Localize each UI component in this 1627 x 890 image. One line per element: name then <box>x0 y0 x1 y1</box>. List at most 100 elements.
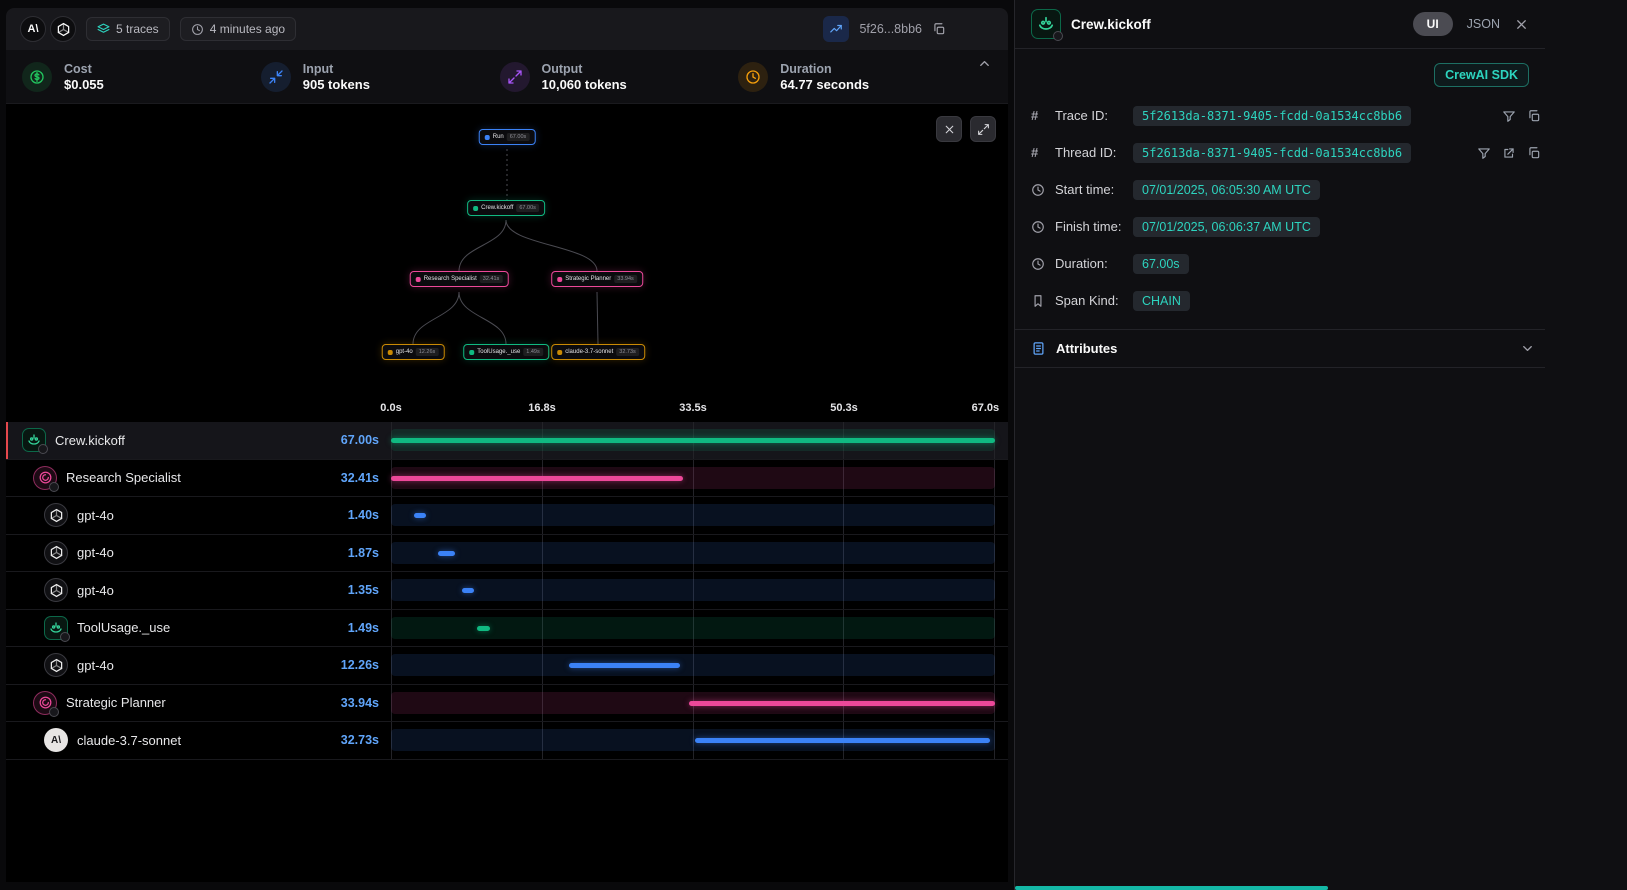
timeline-row[interactable]: ToolUsage._use1.49s <box>6 610 1008 648</box>
stats-row: Cost$0.055Input905 tokensOutput10,060 to… <box>22 62 977 92</box>
horizontal-scrollbar-thumb[interactable] <box>1015 886 1328 890</box>
row-label: gpt-4o1.87s <box>6 535 391 572</box>
field-row: Finish time:07/01/2025, 06:06:37 AM UTC <box>1015 208 1545 245</box>
row-chart <box>391 722 995 759</box>
clock-icon <box>1031 257 1045 271</box>
metrics-chart-button[interactable] <box>823 16 849 42</box>
chevron-down-icon <box>1520 341 1535 356</box>
stat-label: Output <box>542 62 627 76</box>
external-button[interactable] <box>1502 146 1516 160</box>
graph-node-claude-3-7-sonnet[interactable]: claude-3.7-sonnet32.73s <box>551 344 645 360</box>
node-dot-icon <box>557 277 562 282</box>
copy-trace-id-button[interactable] <box>932 22 946 36</box>
field-value: 5f2613da-8371-9405-fcdd-0a1534cc8bb6 <box>1133 106 1411 126</box>
graph-edge <box>597 292 598 344</box>
span-track <box>391 542 995 564</box>
field-actions <box>1502 109 1541 123</box>
row-chart <box>391 460 995 497</box>
graph-node-toolusage-use[interactable]: ToolUsage._use1.49s <box>463 344 549 360</box>
sdk-badge-row: CrewAI SDK <box>1015 49 1545 97</box>
row-label: ToolUsage._use1.49s <box>6 610 391 647</box>
graph-node-strategic-planner[interactable]: Strategic Planner33.94s <box>551 271 643 287</box>
graph-expand-button[interactable] <box>970 116 996 142</box>
span-detail-sidebar: Crew.kickoff UI JSON CrewAI SDK #Trace I… <box>1014 0 1627 890</box>
sidebar-close-button[interactable] <box>1514 17 1529 32</box>
span-track <box>391 579 995 601</box>
timeline-row[interactable]: A\claude-3.7-sonnet32.73s <box>6 722 1008 760</box>
copy-button[interactable] <box>1527 109 1541 123</box>
copy-button[interactable] <box>1527 146 1541 160</box>
span-name: gpt-4o <box>77 545 114 560</box>
time-tick-label: 50.3s <box>830 402 858 414</box>
stat-label: Cost <box>64 62 104 76</box>
attributes-section-toggle[interactable]: Attributes <box>1015 329 1545 368</box>
anthropic-logo-icon: A\ <box>20 16 46 42</box>
row-label: Research Specialist32.41s <box>6 460 391 497</box>
span-duration: 67.00s <box>341 433 379 447</box>
graph-edge <box>459 292 506 344</box>
span-name: Crew.kickoff <box>55 433 125 448</box>
span-name: gpt-4o <box>77 658 114 673</box>
icon-status-badge <box>38 444 48 454</box>
timeline-row[interactable]: gpt-4o1.40s <box>6 497 1008 535</box>
node-dot-icon <box>473 206 478 211</box>
graph-controls <box>936 116 996 142</box>
graph-node-gpt-4o[interactable]: gpt-4o12.26s <box>382 344 445 360</box>
field-label: Duration: <box>1055 256 1125 271</box>
graph-close-button[interactable] <box>936 116 962 142</box>
node-label: Run <box>493 134 504 140</box>
graph-node-research-specialist[interactable]: Research Specialist32.41s <box>410 271 509 287</box>
row-label: gpt-4o1.40s <box>6 497 391 534</box>
row-chart <box>391 685 995 722</box>
field-actions <box>1477 146 1541 160</box>
crewai-sdk-badge[interactable]: CrewAI SDK <box>1434 63 1529 87</box>
filter-icon <box>1502 109 1516 123</box>
trace-card: A\ 5 traces 4 minutes ago 5f26...8bb6 Co… <box>6 8 1008 882</box>
openai-icon <box>44 503 68 527</box>
collapse-stats-button[interactable] <box>977 56 992 71</box>
timeline-row[interactable]: Strategic Planner33.94s <box>6 685 1008 723</box>
filter-button[interactable] <box>1502 109 1516 123</box>
traces-count-badge[interactable]: 5 traces <box>86 17 170 41</box>
trace-header-bar: A\ 5 traces 4 minutes ago 5f26...8bb6 <box>6 8 1008 50</box>
stat-value: $0.055 <box>64 77 104 92</box>
span-track <box>391 504 995 526</box>
timeline-axis: 0.0s16.8s33.5s50.3s67.0s <box>391 388 995 422</box>
node-duration-badge: 12.26s <box>416 348 439 356</box>
field-value: 5f2613da-8371-9405-fcdd-0a1534cc8bb6 <box>1133 143 1411 163</box>
node-dot-icon <box>469 350 474 355</box>
timeline-row[interactable]: gpt-4o 1.35s <box>6 572 1008 610</box>
span-bar <box>689 701 995 706</box>
filter-button[interactable] <box>1477 146 1491 160</box>
timeline-row[interactable]: gpt-4o12.26s <box>6 647 1008 685</box>
node-duration-badge: 67.00s <box>516 204 539 212</box>
graph-node-crew-kickoff[interactable]: Crew.kickoff67.00s <box>467 200 545 216</box>
tab-ui[interactable]: UI <box>1413 12 1453 36</box>
timeline-row[interactable]: Crew.kickoff 67.00s <box>6 422 1008 460</box>
span-name: gpt-4o <box>77 583 114 598</box>
span-duration: 33.94s <box>341 696 379 710</box>
node-duration-badge: 33.94s <box>614 275 637 283</box>
openai-icon <box>44 653 68 677</box>
timeline-row[interactable]: gpt-4o1.87s <box>6 535 1008 573</box>
external-icon <box>1502 146 1516 160</box>
time-tick-label: 33.5s <box>679 402 707 414</box>
clock-icon <box>738 62 768 92</box>
stat-input: Input905 tokens <box>261 62 500 92</box>
tab-json[interactable]: JSON <box>1467 17 1500 31</box>
field-row: #Trace ID:5f2613da-8371-9405-fcdd-0a1534… <box>1015 97 1545 134</box>
timeline-row[interactable]: Research Specialist32.41s <box>6 460 1008 498</box>
icon-status-badge <box>49 707 59 717</box>
node-label: ToolUsage._use <box>477 349 520 355</box>
openai-icon <box>44 578 68 602</box>
node-duration-badge: 1.49s <box>523 348 542 356</box>
row-chart <box>391 572 995 609</box>
node-label: claude-3.7-sonnet <box>565 349 613 355</box>
span-duration: 1.35s <box>348 583 379 597</box>
span-title: Crew.kickoff <box>1071 17 1151 32</box>
graph-node-run[interactable]: Run67.00s <box>479 129 536 145</box>
field-label: Trace ID: <box>1055 108 1125 123</box>
row-label: A\claude-3.7-sonnet32.73s <box>6 722 391 759</box>
span-duration: 32.73s <box>341 733 379 747</box>
close-icon <box>1514 17 1529 32</box>
